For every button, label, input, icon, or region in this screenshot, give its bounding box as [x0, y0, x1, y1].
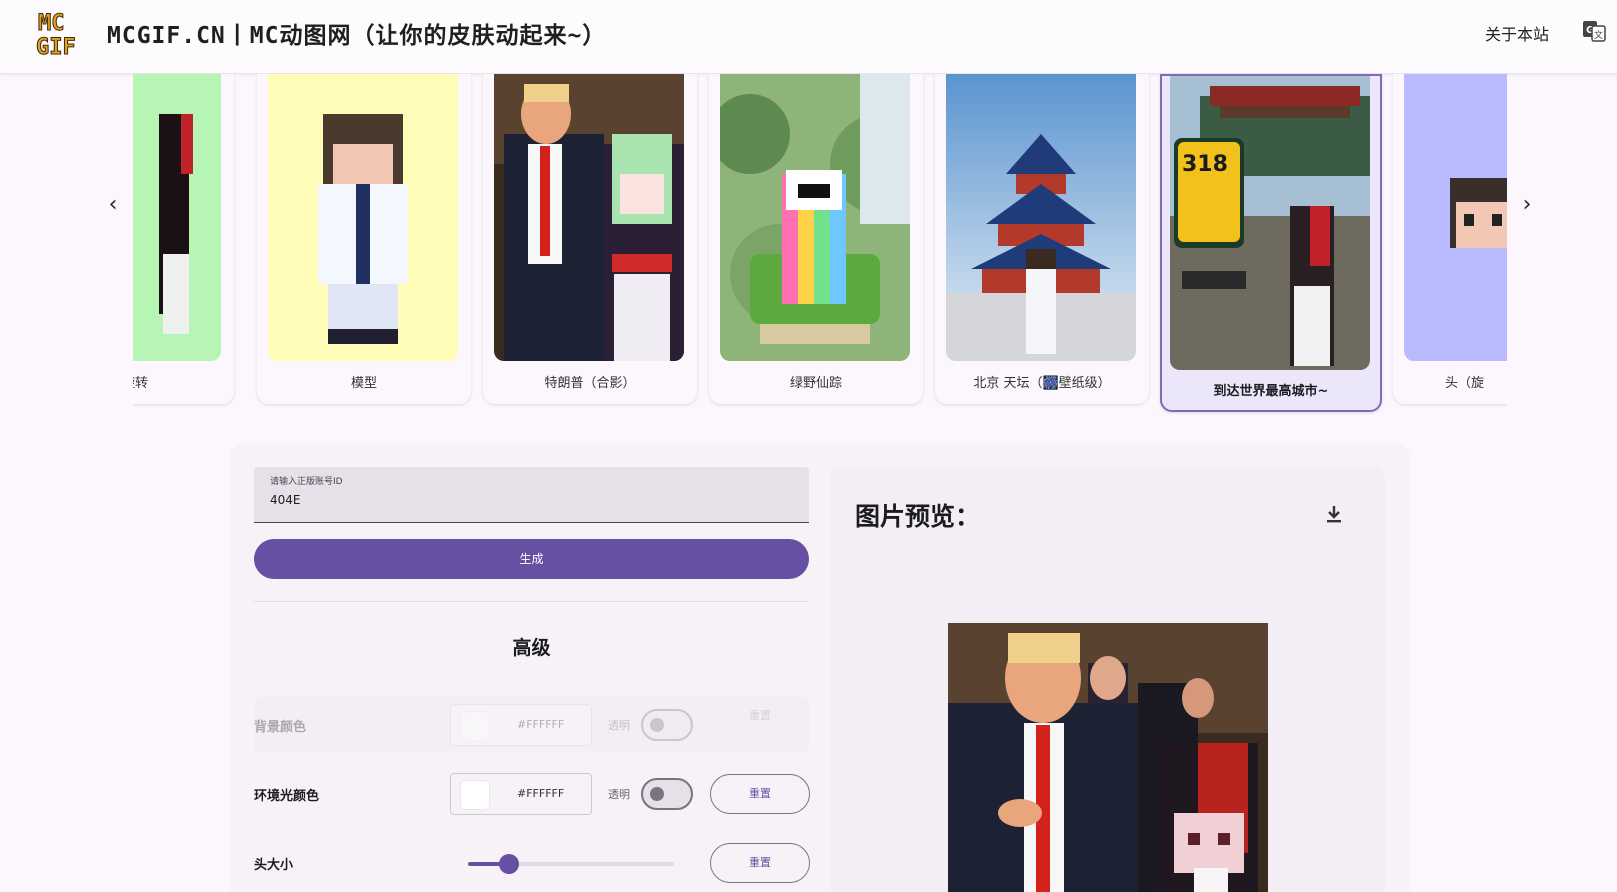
- head-size-slider[interactable]: [468, 854, 674, 874]
- background-color-picker[interactable]: #FFFFFF: [450, 704, 592, 746]
- card-thumbnail: [133, 74, 221, 361]
- carousel-card[interactable]: 模型: [257, 74, 471, 404]
- carousel-card[interactable]: 头（旋: [1393, 74, 1507, 404]
- ambient-color-row: 环境光颜色 #FFFFFF 透明 重置: [254, 766, 810, 822]
- carousel-card[interactable]: 北京 天坛（🎆壁纸级）: [935, 74, 1149, 404]
- preview-image: [948, 623, 1268, 892]
- card-label: 特朗普（合影）: [544, 376, 636, 391]
- background-color-label: 背景颜色: [254, 720, 307, 735]
- transparent-toggle[interactable]: [641, 709, 693, 741]
- card-label: 模型: [350, 376, 377, 391]
- preview-column: 图片预览：: [830, 467, 1385, 892]
- card-label: 绿野仙踪: [789, 376, 842, 391]
- reset-button[interactable]: 重置: [710, 697, 810, 737]
- card-thumbnail: [720, 74, 910, 361]
- color-hex: #FFFFFF: [517, 718, 565, 731]
- reset-button[interactable]: 重置: [710, 843, 810, 883]
- site-logo[interactable]: MC GIF: [34, 8, 88, 59]
- card-thumbnail: [946, 74, 1136, 361]
- card-thumbnail: [1404, 74, 1507, 361]
- template-carousel: 旋转 模型: [133, 74, 1507, 420]
- player-id-field[interactable]: 请输入正版账号ID: [254, 467, 809, 523]
- card-thumbnail: [494, 74, 684, 361]
- carousel-prev-arrow[interactable]: ‹: [103, 192, 123, 217]
- carousel-card[interactable]: 特朗普（合影）: [483, 74, 697, 404]
- toggle-knob: [650, 787, 664, 801]
- generator-panel: 请输入正版账号ID 生成 高级 背景颜色 #FFFFFF 透明 重置 环境光颜色…: [230, 443, 1410, 892]
- svg-text:MC: MC: [38, 11, 65, 36]
- background-color-row: 背景颜色 #FFFFFF 透明 重置: [254, 697, 809, 753]
- card-thumbnail: 318: [1170, 76, 1370, 370]
- about-link[interactable]: 关于本站: [1485, 21, 1549, 45]
- player-id-input[interactable]: [270, 493, 790, 507]
- card-thumbnail: [268, 74, 458, 361]
- card-label: 到达世界最高城市~: [1213, 384, 1329, 399]
- carousel-card[interactable]: 绿野仙踪: [709, 74, 923, 404]
- transparent-label: 透明: [608, 788, 630, 801]
- preview-title: 图片预览：: [855, 502, 981, 531]
- svg-text:文: 文: [1594, 29, 1603, 41]
- carousel-card[interactable]: 旋转: [133, 74, 234, 404]
- ambient-color-label: 环境光颜色: [254, 789, 320, 804]
- reset-button[interactable]: 重置: [710, 774, 810, 814]
- advanced-heading: 高级: [512, 637, 551, 659]
- top-app-bar: MC GIF MCGIF.CN丨MC动图网（让你的皮肤动起来~） 关于本站 G …: [0, 0, 1617, 74]
- toggle-knob: [650, 718, 664, 732]
- card-label: 北京 天坛（🎆壁纸级）: [973, 376, 1111, 391]
- card-label: 头（旋: [1445, 376, 1485, 391]
- color-swatch: [461, 712, 489, 740]
- head-size-row: 头大小 重置: [254, 835, 810, 891]
- ambient-color-picker[interactable]: #FFFFFF: [450, 773, 592, 815]
- color-swatch: [461, 781, 489, 809]
- head-size-label: 头大小: [254, 858, 294, 873]
- translate-icon[interactable]: G 文: [1582, 19, 1606, 43]
- generate-button[interactable]: 生成: [254, 539, 809, 579]
- download-icon[interactable]: [1324, 504, 1344, 524]
- slider-thumb[interactable]: [499, 854, 520, 874]
- transparent-toggle[interactable]: [641, 778, 693, 810]
- card-label: 旋转: [133, 376, 149, 391]
- carousel-next-arrow[interactable]: ›: [1517, 192, 1537, 217]
- svg-text:318: 318: [1182, 152, 1228, 177]
- transparent-label: 透明: [608, 719, 630, 732]
- divider: [254, 601, 809, 602]
- carousel-card-selected[interactable]: 318 到达世界最高城市~: [1160, 74, 1382, 412]
- site-title: MCGIF.CN丨MC动图网（让你的皮肤动起来~）: [107, 23, 607, 49]
- color-hex: #FFFFFF: [517, 787, 565, 800]
- player-id-label: 请输入正版账号ID: [270, 477, 343, 487]
- logo-icon: MC GIF: [36, 11, 77, 59]
- svg-text:GIF: GIF: [36, 35, 76, 58]
